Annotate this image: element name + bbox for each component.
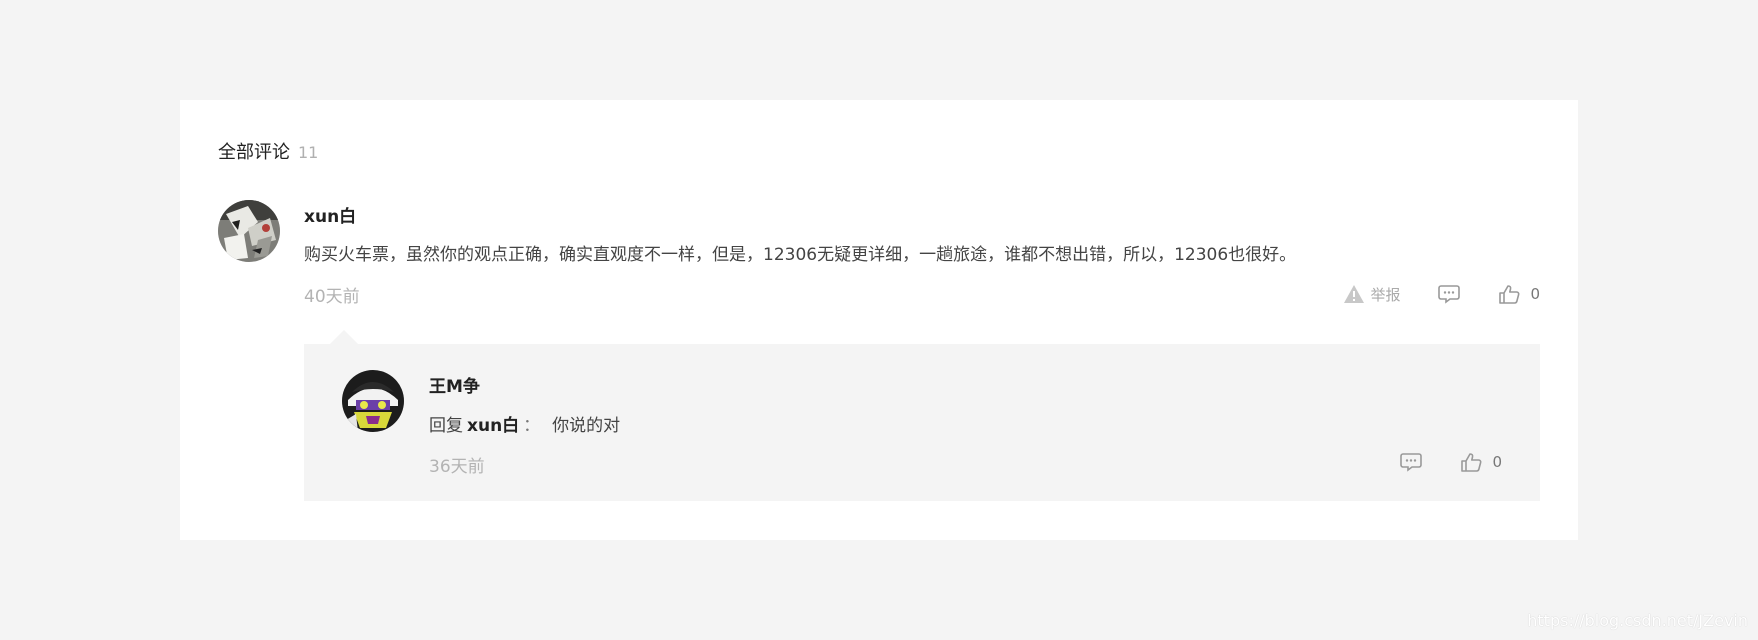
reply-item: 王M争 回复 xun白： 你说的对 36天前 0 xyxy=(342,370,1502,480)
comment-icon xyxy=(1438,285,1461,304)
reply-text: 你说的对 xyxy=(552,416,621,436)
reply-pointer xyxy=(330,330,358,344)
comment-item: xun白 购买火车票，虽然你的观点正确，确实直观度不一样，但是，12306无疑更… xyxy=(218,200,1540,320)
watermark: https://blog.csdn.net/JZevin xyxy=(1527,611,1748,630)
reply-to-user[interactable]: xun白 xyxy=(467,416,519,436)
avatar-photo-icon xyxy=(218,200,280,262)
report-button[interactable]: 举报 xyxy=(1343,284,1400,305)
comment-time: 40天前 xyxy=(304,287,360,307)
comment-author[interactable]: xun白 xyxy=(304,202,356,227)
reply-author[interactable]: 王M争 xyxy=(429,372,480,397)
thumbs-up-icon xyxy=(1461,453,1482,472)
reply-like-count: 0 xyxy=(1492,453,1502,471)
reply-reply-button[interactable] xyxy=(1400,452,1423,472)
reply-actions: 0 xyxy=(1400,450,1502,474)
like-button[interactable]: 0 xyxy=(1498,284,1540,304)
reply-prefix: 回复 xyxy=(429,416,463,436)
comments-title: 全部评论 xyxy=(218,142,290,163)
avatar-cartoon-icon xyxy=(342,370,404,432)
reply-avatar[interactable] xyxy=(342,370,404,432)
comments-panel: 全部评论 11 xun白 购买火车票，虽然你的观点正确，确实直观度不一样，但是，1… xyxy=(180,100,1578,540)
reply-text-line: 回复 xun白： 你说的对 xyxy=(429,411,620,436)
reply-colon: ： xyxy=(523,416,541,436)
comment-actions: 举报 0 xyxy=(1343,282,1540,306)
avatar[interactable] xyxy=(218,200,280,262)
comments-count: 11 xyxy=(298,143,319,162)
comment-text: 购买火车票，虽然你的观点正确，确实直观度不一样，但是，12306无疑更详细，一趟… xyxy=(304,245,1297,265)
reply-like-button[interactable]: 0 xyxy=(1460,452,1502,472)
comments-heading: 全部评论 11 xyxy=(218,138,318,164)
reply-time: 36天前 xyxy=(429,457,485,477)
report-label: 举报 xyxy=(1370,285,1401,304)
warning-icon xyxy=(1344,285,1365,303)
reply-container: 王M争 回复 xun白： 你说的对 36天前 0 xyxy=(304,330,1540,501)
thumbs-up-icon xyxy=(1499,285,1520,304)
like-count: 0 xyxy=(1530,285,1540,303)
comment-icon xyxy=(1400,453,1423,472)
reply-button[interactable] xyxy=(1438,284,1461,304)
